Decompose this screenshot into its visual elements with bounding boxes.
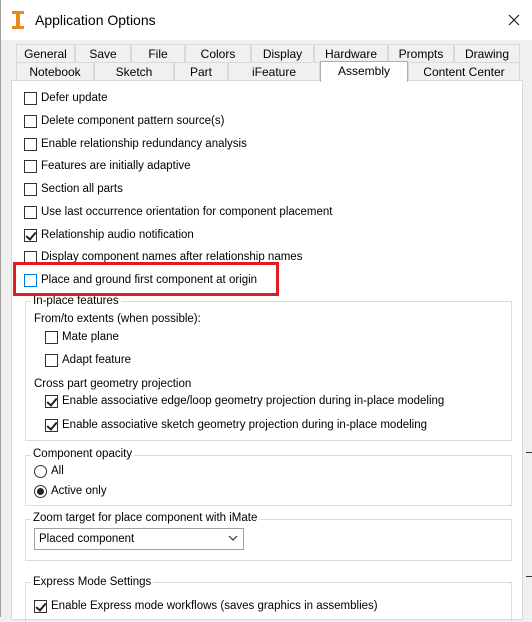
opacity-active-only-label: Active only [51,485,107,497]
tab-prompts[interactable]: Prompts [388,44,454,62]
tab-sketch[interactable]: Sketch [94,62,174,80]
tab-save[interactable]: Save [75,44,131,62]
delete-pattern-source-label: Delete component pattern source(s) [41,115,225,127]
edge-loop-projection-checkbox[interactable] [45,394,58,408]
tab-colors[interactable]: Colors [185,44,251,62]
opacity-all-option[interactable]: All [34,463,64,479]
adapt-feature-checkbox[interactable] [45,353,58,367]
express-mode-checkbox[interactable] [34,599,47,613]
relationship-audio-checkbox[interactable] [24,228,37,242]
opacity-all-radio[interactable] [34,464,47,478]
cross-part-projection-label: Cross part geometry projection [34,378,192,390]
initially-adaptive-label: Features are initially adaptive [41,160,191,172]
tab-ifeature[interactable]: iFeature [228,62,320,80]
tab-hardware[interactable]: Hardware [314,44,388,62]
express-mode-label: Express Mode Settings [31,576,154,588]
close-icon [508,14,520,26]
place-ground-origin-checkbox[interactable] [24,273,37,287]
section-all-parts-label: Section all parts [41,183,123,195]
defer-update-label: Defer update [41,92,108,104]
defer-update-option[interactable]: Defer update [24,89,108,107]
tab-content-center[interactable]: Content Center [408,62,520,80]
inventor-app-icon [12,11,24,29]
component-opacity-label: Component opacity [31,448,135,460]
relationship-audio-label: Relationship audio notification [41,229,194,241]
redundancy-analysis-option[interactable]: Enable relationship redundancy analysis [24,135,247,153]
in-place-features-label: In-place features [31,295,121,307]
express-mode-option[interactable]: Enable Express mode workflows (saves gra… [34,597,378,615]
adapt-feature-label: Adapt feature [62,354,132,366]
tab-assembly[interactable]: Assembly [320,61,408,82]
relationship-audio-option[interactable]: Relationship audio notification [24,226,194,244]
tab-drawing[interactable]: Drawing [454,44,520,62]
zoom-target-value: Placed component [39,533,135,545]
tab-notebook[interactable]: Notebook [16,62,94,80]
background-edge-mark [526,576,532,577]
mate-plane-checkbox[interactable] [45,330,58,344]
mate-plane-option[interactable]: Mate plane [45,328,119,346]
opacity-active-only-radio[interactable] [34,484,47,498]
defer-update-checkbox[interactable] [24,91,37,105]
place-ground-origin-option[interactable]: Place and ground first component at orig… [24,271,257,289]
section-all-parts-checkbox[interactable] [24,182,37,196]
sketch-geometry-projection-option[interactable]: Enable associative sketch geometry proje… [45,416,427,434]
window-title: Application Options [35,12,156,28]
sketch-geometry-projection-label: Enable associative sketch geometry proje… [62,419,428,431]
express-mode-label-text: Enable Express mode workflows (saves gra… [51,600,378,612]
from-to-extents-label: From/to extents (when possible): [34,313,201,325]
initially-adaptive-checkbox[interactable] [24,159,37,173]
edge-loop-projection-option[interactable]: Enable associative edge/loop geometry pr… [45,392,444,410]
close-button[interactable] [505,11,523,29]
opacity-active-only-option[interactable]: Active only [34,483,107,499]
zoom-target-dropdown[interactable]: Placed component [34,528,244,550]
redundancy-analysis-label: Enable relationship redundancy analysis [41,138,247,150]
tab-part[interactable]: Part [174,62,228,80]
opacity-all-label: All [51,465,64,477]
tab-display[interactable]: Display [251,44,314,62]
mate-plane-label: Mate plane [62,331,119,343]
application-options-window: Application Options General Save File Co… [0,0,532,622]
delete-pattern-source-checkbox[interactable] [24,114,37,128]
zoom-target-label: Zoom target for place component with iMa… [31,512,260,524]
section-all-parts-option[interactable]: Section all parts [24,180,123,198]
tab-general[interactable]: General [16,44,75,62]
tab-file[interactable]: File [131,44,185,62]
title-bar: Application Options [1,0,532,40]
edge-loop-projection-label: Enable associative edge/loop geometry pr… [62,395,445,407]
background-edge-mark [526,452,532,453]
place-ground-origin-label: Place and ground first component at orig… [41,274,258,286]
delete-pattern-source-option[interactable]: Delete component pattern source(s) [24,112,224,130]
initially-adaptive-option[interactable]: Features are initially adaptive [24,157,191,175]
last-occurrence-orientation-option[interactable]: Use last occurrence orientation for comp… [24,203,333,221]
last-occurrence-orientation-checkbox[interactable] [24,205,37,219]
redundancy-analysis-checkbox[interactable] [24,137,37,151]
adapt-feature-option[interactable]: Adapt feature [45,351,131,369]
last-occurrence-orientation-label: Use last occurrence orientation for comp… [41,206,333,218]
sketch-geometry-projection-checkbox[interactable] [45,418,58,432]
chevron-down-icon [228,535,238,541]
